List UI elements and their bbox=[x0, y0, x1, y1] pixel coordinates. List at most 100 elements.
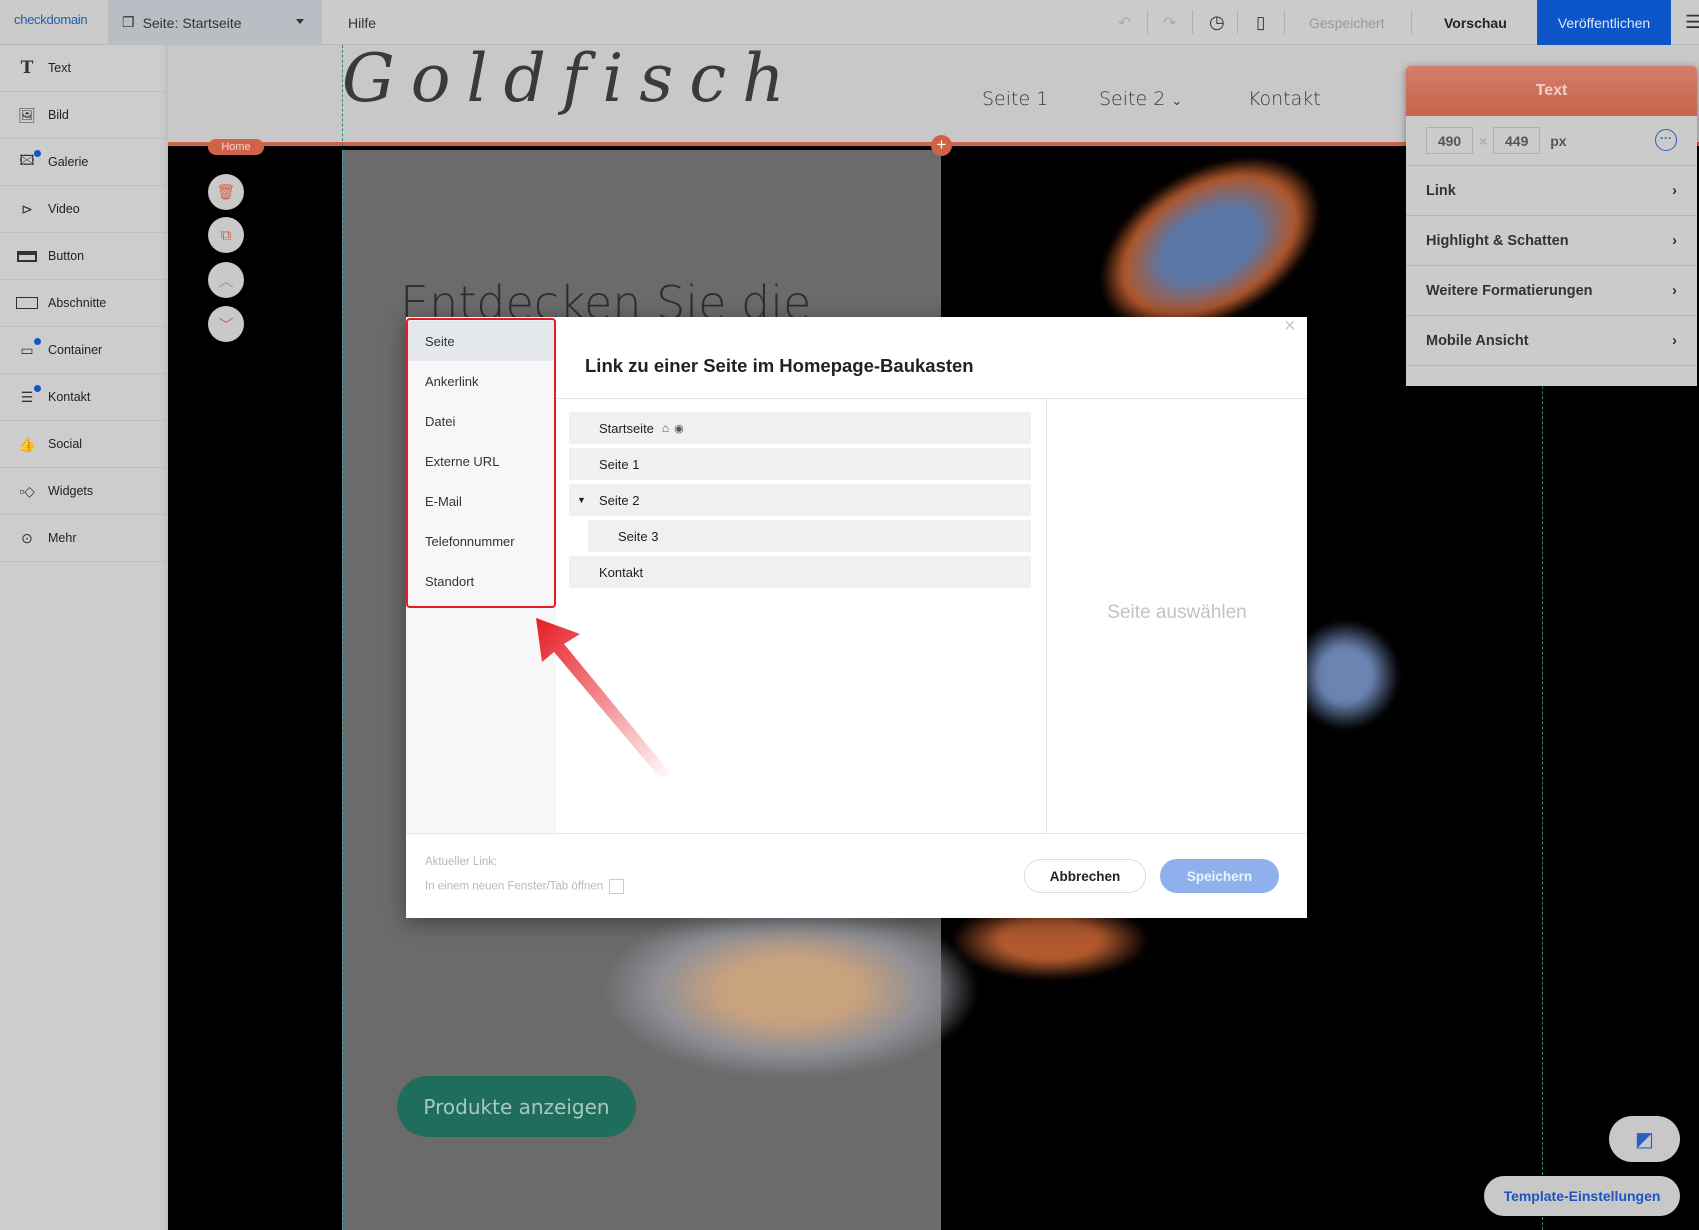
trash-icon: 🗑 bbox=[216, 184, 236, 201]
sidebar-item-container[interactable]: ▭ Container bbox=[0, 327, 168, 374]
divider bbox=[1147, 10, 1148, 34]
chevron-down-icon: ﹀ bbox=[218, 316, 234, 334]
page-row-seite-1[interactable]: Seite 1 bbox=[569, 448, 1031, 480]
page-row-kontakt[interactable]: Kontakt bbox=[569, 556, 1031, 588]
help-menu[interactable]: Hilfe bbox=[348, 0, 376, 45]
element-sidebar: T Text 🖼 Bild 🖾 Galerie ⊳ Video Button Absch… bbox=[0, 45, 168, 1230]
new-tab-checkbox[interactable] bbox=[609, 879, 625, 894]
red-arrow-annotation bbox=[536, 618, 672, 778]
caret-down-icon[interactable]: ▼ bbox=[577, 495, 586, 505]
select-page-placeholder: Seite auswählen bbox=[1107, 602, 1247, 623]
panel-item-label: Link bbox=[1426, 182, 1456, 199]
contact-icon: ☰ bbox=[16, 385, 41, 406]
page-label: Seite 3 bbox=[618, 528, 659, 544]
panel-item-label: Highlight & Schatten bbox=[1426, 232, 1569, 249]
site-logo[interactable]: Goldfisch bbox=[342, 40, 801, 117]
nav-seite-1[interactable]: Seite 1 bbox=[982, 88, 1048, 110]
nav-seite-2[interactable]: Seite 2 ⌄ bbox=[1099, 88, 1182, 110]
page-value: Startseite bbox=[182, 14, 242, 31]
unit-label: px bbox=[1550, 132, 1567, 149]
sidebar-item-galerie[interactable]: 🖾 Galerie bbox=[0, 139, 168, 186]
page-row-seite-3[interactable]: Seite 3 bbox=[588, 520, 1031, 552]
sidebar-item-label: Kontakt bbox=[48, 390, 91, 404]
template-settings-button[interactable]: Template-Einstellungen bbox=[1484, 1176, 1680, 1216]
chevron-right-icon: › bbox=[1672, 182, 1677, 199]
move-down-button[interactable]: ﹀ bbox=[208, 306, 244, 342]
sidebar-item-label: Bild bbox=[48, 108, 69, 122]
dimensions-row: 490 × 449 px ··· bbox=[1406, 116, 1697, 166]
sidebar-item-bild[interactable]: 🖼 Bild bbox=[0, 92, 168, 139]
redo-icon[interactable]: ↷ bbox=[1163, 0, 1176, 45]
page-row-seite-2[interactable]: ▼ Seite 2 bbox=[569, 484, 1031, 516]
highlight-box bbox=[406, 318, 556, 608]
divider bbox=[1237, 10, 1238, 34]
sidebar-item-social[interactable]: 👍 Social bbox=[0, 421, 168, 468]
cancel-button[interactable]: Abbrechen bbox=[1024, 859, 1146, 893]
eye-icon: ◉ bbox=[674, 422, 684, 435]
panel-item-label: Mobile Ansicht bbox=[1426, 332, 1529, 349]
preview-button[interactable]: Vorschau bbox=[1444, 0, 1507, 45]
chevron-down-icon: ⌄ bbox=[1171, 94, 1183, 109]
current-link-label: Aktueller Link: bbox=[425, 856, 498, 868]
image-icon: 🖼 bbox=[18, 106, 36, 123]
sidebar-item-widgets[interactable]: ▫◇ Widgets bbox=[0, 468, 168, 515]
divider bbox=[556, 398, 1307, 399]
sidebar-item-label: Abschnitte bbox=[48, 296, 107, 310]
more-icon: ⊙ bbox=[21, 529, 33, 546]
copy-icon: ⧉ bbox=[220, 226, 232, 244]
sidebar-item-label: Social bbox=[48, 437, 83, 451]
sidebar-item-label: Text bbox=[48, 61, 71, 75]
sidebar-item-label: Video bbox=[48, 202, 80, 216]
new-tab-label: In einem neuen Fenster/Tab öffnen bbox=[425, 880, 604, 893]
new-tab-option: In einem neuen Fenster/Tab öffnen bbox=[425, 879, 625, 894]
save-button[interactable]: Speichern bbox=[1160, 859, 1279, 893]
page-label: Seite 1 bbox=[599, 456, 640, 472]
times-icon: × bbox=[1479, 132, 1488, 149]
duplicate-button[interactable]: ⧉ bbox=[208, 217, 244, 253]
saved-status: Gespeichert bbox=[1309, 14, 1385, 31]
video-icon: ⊳ bbox=[21, 200, 33, 217]
container-icon: ▭ bbox=[16, 338, 41, 359]
history-icon[interactable]: ◷ bbox=[1209, 0, 1225, 45]
width-input[interactable]: 490 bbox=[1426, 127, 1473, 154]
more-options-icon[interactable]: ··· bbox=[1655, 129, 1677, 151]
page-row-startseite[interactable]: Startseite ⌂ ◉ bbox=[569, 412, 1031, 444]
design-palette-button[interactable]: ◩ bbox=[1609, 1116, 1680, 1162]
panel-item-formatting[interactable]: Weitere Formatierungen › bbox=[1406, 266, 1697, 316]
chevron-up-icon: ︿ bbox=[218, 272, 234, 290]
divider bbox=[1284, 10, 1285, 34]
delete-button[interactable]: 🗑 bbox=[208, 174, 244, 210]
brand-logo: checkdomain bbox=[14, 12, 88, 27]
caret-down-icon bbox=[296, 19, 304, 24]
publish-button[interactable]: Veröffentlichen bbox=[1537, 0, 1671, 45]
page-prefix: Seite: bbox=[142, 14, 179, 31]
dialog-title: Link zu einer Seite im Homepage-Baukaste… bbox=[585, 355, 974, 376]
sidebar-item-mehr[interactable]: ⊙ Mehr bbox=[0, 515, 168, 562]
mobile-icon[interactable]: ▯ bbox=[1256, 0, 1265, 45]
divider bbox=[1192, 10, 1193, 34]
sidebar-item-video[interactable]: ⊳ Video bbox=[0, 186, 168, 233]
chevron-right-icon: › bbox=[1672, 332, 1677, 349]
nav-label: Seite 2 bbox=[1099, 88, 1166, 110]
menu-icon[interactable]: ☰ bbox=[1685, 0, 1699, 45]
height-input[interactable]: 449 bbox=[1493, 127, 1541, 154]
close-icon[interactable]: × bbox=[1284, 315, 1296, 338]
sidebar-item-abschnitte[interactable]: Abschnitte bbox=[0, 280, 168, 327]
products-button[interactable]: Produkte anzeigen bbox=[397, 1076, 636, 1137]
fish-tail-image bbox=[600, 900, 980, 1080]
sidebar-item-label: Widgets bbox=[48, 484, 94, 498]
sidebar-item-kontakt[interactable]: ☰ Kontakt bbox=[0, 374, 168, 421]
panel-item-link[interactable]: Link › bbox=[1406, 166, 1697, 216]
page-label: Startseite bbox=[599, 420, 654, 436]
nav-kontakt[interactable]: Kontakt bbox=[1248, 88, 1321, 110]
sidebar-item-button[interactable]: Button bbox=[0, 233, 168, 280]
add-section-button[interactable]: + bbox=[931, 135, 952, 156]
chevron-right-icon: › bbox=[1672, 282, 1677, 299]
page-selector[interactable]: ❐ Seite: Startseite bbox=[108, 0, 322, 45]
home-badge: Home bbox=[208, 139, 264, 155]
panel-item-mobile[interactable]: Mobile Ansicht › bbox=[1406, 316, 1697, 366]
undo-icon[interactable]: ↶ bbox=[1118, 0, 1131, 45]
sidebar-item-text[interactable]: T Text bbox=[0, 45, 168, 92]
panel-item-highlight[interactable]: Highlight & Schatten › bbox=[1406, 216, 1697, 266]
move-up-button[interactable]: ︿ bbox=[208, 262, 244, 298]
